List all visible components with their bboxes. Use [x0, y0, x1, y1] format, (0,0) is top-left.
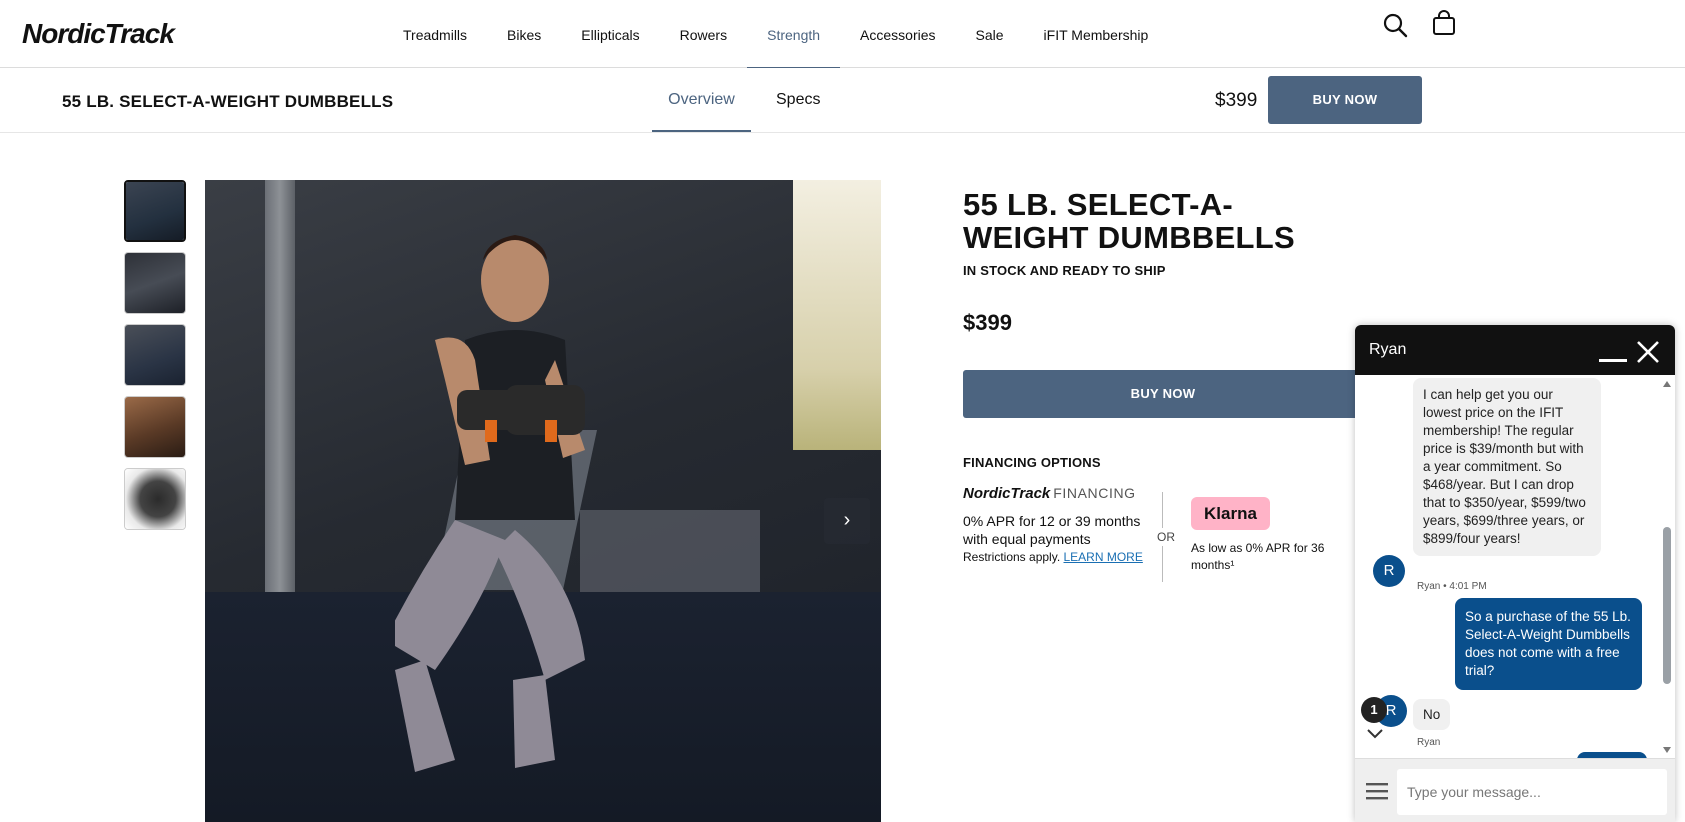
cart-icon[interactable]	[1432, 10, 1456, 36]
agent-avatar: R	[1373, 555, 1405, 587]
nav-accessories[interactable]: Accessories	[840, 0, 955, 68]
nav-rowers[interactable]: Rowers	[660, 0, 747, 68]
financing-heading: FINANCING OPTIONS	[963, 455, 1101, 470]
product-title: 55 LB. SELECT-A-WEIGHT DUMBBELLS	[963, 187, 1295, 255]
user-message: So a purchase of the 55 Lb. Select-A-Wei…	[1455, 598, 1642, 690]
unread-count-badge[interactable]: 1	[1361, 697, 1387, 723]
thumbnail-image	[125, 397, 185, 457]
nav-treadmills[interactable]: Treadmills	[403, 0, 487, 68]
chat-input-bar	[1355, 758, 1675, 822]
athlete-figure	[395, 235, 585, 772]
chat-message-input[interactable]	[1397, 769, 1667, 815]
restrictions-text: Restrictions apply.	[963, 550, 1061, 564]
main-nav: Treadmills Bikes Ellipticals Rowers Stre…	[403, 0, 1169, 69]
nordictrack-logo[interactable]: NordicTrack	[22, 18, 175, 50]
thumbnail-2[interactable]	[124, 252, 186, 314]
chat-scrollbar-thumb[interactable]	[1663, 527, 1671, 684]
gym-window	[793, 180, 881, 450]
message-meta: Ryan	[1417, 737, 1441, 748]
nav-bikes[interactable]: Bikes	[487, 0, 561, 68]
search-icon[interactable]	[1382, 12, 1408, 38]
close-icon[interactable]	[1635, 339, 1661, 365]
product-hero-image: ›	[205, 180, 881, 822]
chat-header: Ryan	[1355, 325, 1675, 375]
product-price: $399	[963, 310, 1012, 335]
agent-message: No	[1413, 699, 1451, 730]
subnav-price: $399	[1215, 90, 1258, 111]
message-meta: Ryan • 4:01 PM	[1417, 581, 1487, 592]
tab-overview[interactable]: Overview	[652, 68, 751, 132]
financing-brand-suffix: FINANCING	[1053, 485, 1136, 501]
nordictrack-financing-logo: NordicTrack FINANCING	[963, 485, 1136, 502]
financing-restrictions: Restrictions apply. LEARN MORE	[963, 549, 1143, 566]
thumbnail-image	[125, 325, 185, 385]
thumbnail-image	[126, 182, 184, 240]
subnav-product-title: 55 LB. SELECT-A-WEIGHT DUMBBELLS	[62, 92, 394, 111]
chat-widget: Ryan I can help get you our lowest price…	[1355, 325, 1675, 822]
product-subnav: 55 LB. SELECT-A-WEIGHT DUMBBELLS Overvie…	[0, 68, 1685, 133]
chevron-right-icon: ›	[843, 509, 851, 531]
tab-specs[interactable]: Specs	[760, 68, 836, 132]
minimize-icon[interactable]	[1599, 359, 1627, 362]
thumbnail-4[interactable]	[124, 396, 186, 458]
thumbnail-image	[125, 469, 185, 529]
chat-agent-name: Ryan	[1369, 341, 1407, 358]
thumbnail-list	[124, 180, 186, 540]
agent-message: I can help get you our lowest price on t…	[1413, 378, 1601, 556]
financing-apr-text: 0% APR for 12 or 39 months with equal pa…	[963, 513, 1141, 547]
nav-ellipticals[interactable]: Ellipticals	[561, 0, 659, 68]
gym-rack	[265, 180, 295, 650]
subnav-buy-now-button[interactable]: BUY NOW	[1268, 76, 1422, 124]
financing-brand: NordicTrack	[963, 485, 1051, 502]
thumbnail-1[interactable]	[124, 180, 186, 242]
klarna-logo[interactable]: Klarna	[1191, 497, 1270, 530]
learn-more-link[interactable]: LEARN MORE	[1064, 550, 1143, 564]
chevron-down-icon[interactable]	[1365, 727, 1385, 741]
top-navigation: NordicTrack Treadmills Bikes Ellipticals…	[0, 0, 1685, 69]
thumbnail-image	[125, 253, 185, 313]
thumbnail-5[interactable]	[124, 468, 186, 530]
chat-transcript[interactable]: I can help get you our lowest price on t…	[1355, 375, 1675, 758]
buy-now-button[interactable]: BUY NOW	[963, 370, 1363, 418]
stock-status: IN STOCK AND READY TO SHIP	[963, 263, 1166, 278]
nav-sale[interactable]: Sale	[956, 0, 1024, 68]
next-image-button[interactable]: ›	[824, 498, 870, 544]
klarna-apr-text: As low as 0% APR for 36 months¹	[1191, 541, 1325, 572]
thumbnail-3[interactable]	[124, 324, 186, 386]
financing-or-label: OR	[1155, 528, 1177, 546]
nav-strength[interactable]: Strength	[747, 0, 840, 69]
nav-ifit-membership[interactable]: iFIT Membership	[1024, 0, 1169, 68]
menu-icon[interactable]	[1366, 782, 1388, 800]
